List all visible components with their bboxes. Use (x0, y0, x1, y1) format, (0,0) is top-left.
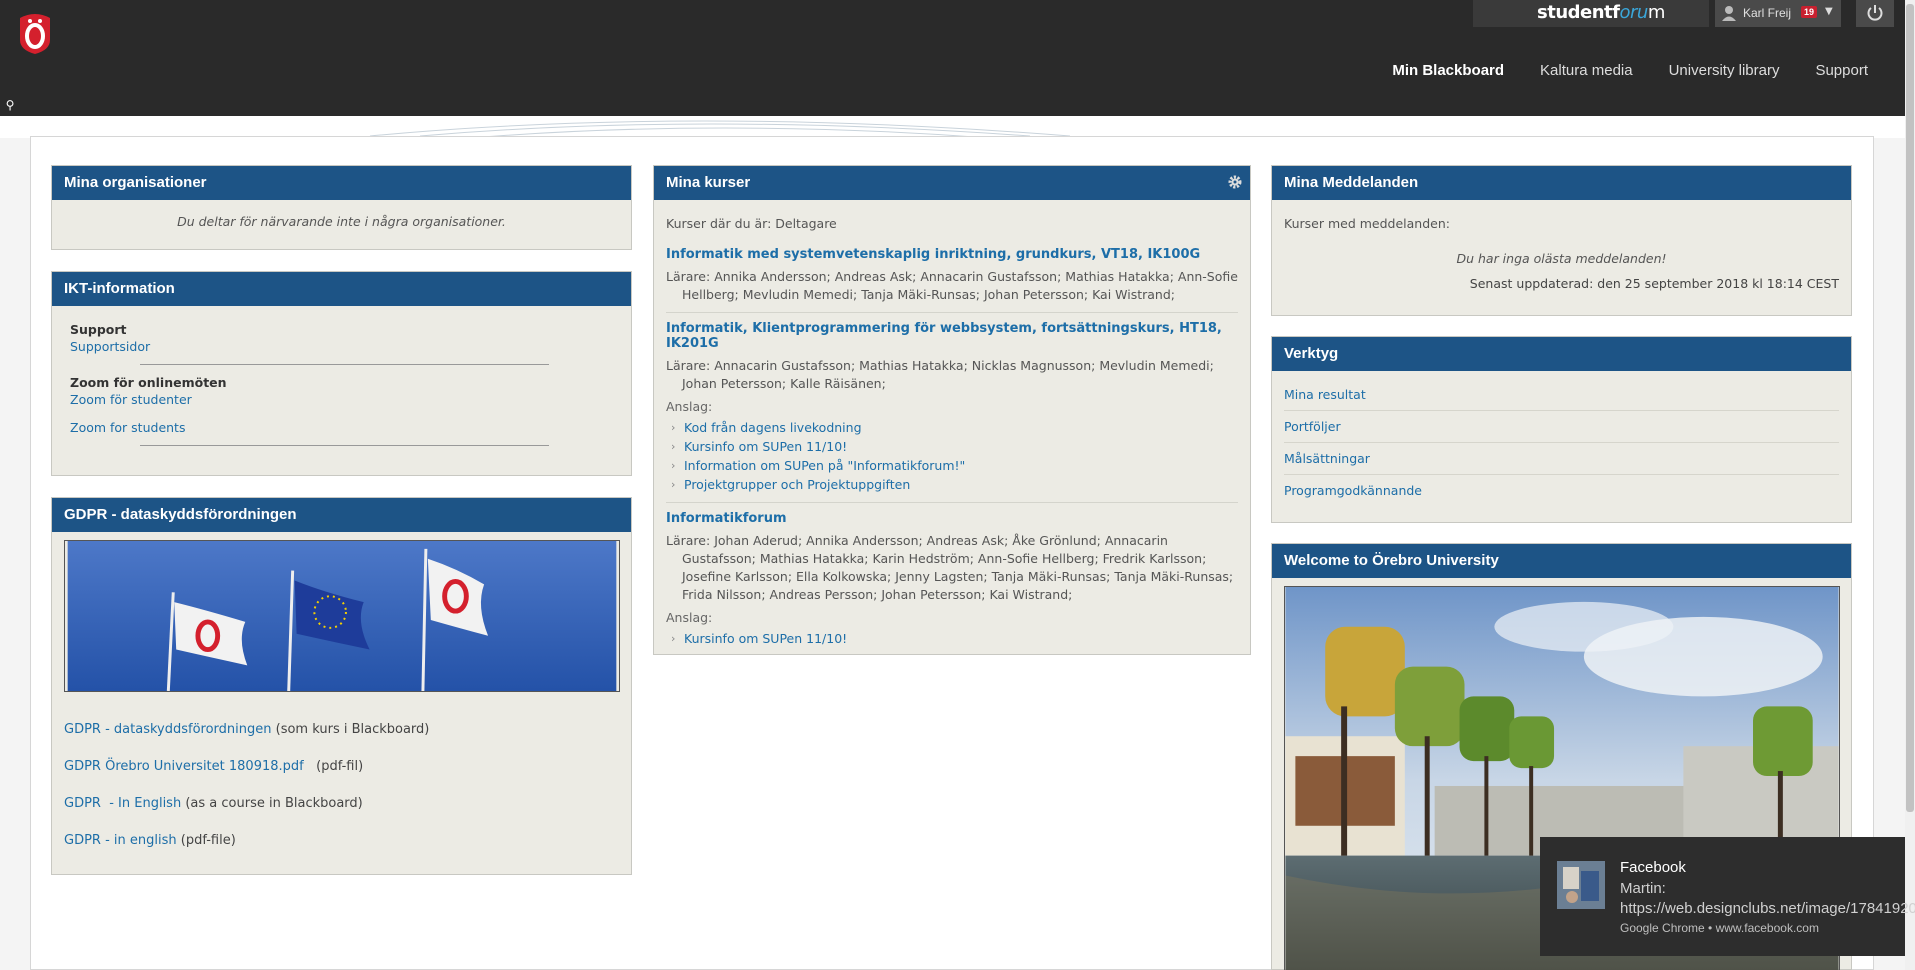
module-mina-organisationer: Mina organisationer Du deltar för närvar… (51, 165, 632, 250)
chevron-right-icon: › (671, 632, 676, 645)
tool-portfoljer[interactable]: Portföljer (1284, 419, 1341, 434)
list-item: › Kursinfo om SUPen 11/10! (666, 629, 1238, 648)
support-label: Support (70, 322, 127, 337)
tool-mina-resultat[interactable]: Mina resultat (1284, 387, 1366, 402)
announcement-list: › Kod från dagens livekodning › Kursinfo o… (666, 418, 1238, 494)
tool-item: Mina resultat (1284, 379, 1839, 411)
course-link[interactable]: Informatikforum (666, 511, 1238, 526)
notification-message: Martin: https://web.designclubs.net/imag… (1620, 880, 1915, 917)
gdpr-line: GDPR Örebro Universitet 180918.pdf (pdf-… (64, 759, 364, 774)
gdpr-line: GDPR - In English (as a course in Blackb… (64, 796, 363, 811)
course-teachers: Lärare: Johan Aderud; Annika Andersson; … (666, 533, 1234, 602)
chevron-right-icon: › (671, 459, 676, 472)
list-item: › Kod från dagens livekodning (666, 418, 1238, 437)
gdpr-line: GDPR - dataskyddsförordningen (som kurs … (64, 722, 430, 737)
course-teachers: Lärare: Annacarin Gustafsson; Mathias Ha… (666, 358, 1214, 391)
edit-mode-icon[interactable]: ⚲ (0, 96, 20, 114)
notification-source: Google Chrome • www.facebook.com (1620, 921, 1819, 935)
module-verktyg: Verktyg Mina resultat Portföljer Målsätt… (1271, 336, 1852, 523)
announcement-link[interactable]: Projektgrupper och Projektuppgiften (684, 477, 910, 492)
module-gdpr: GDPR - dataskyddsförordningen GDPR - dat… (51, 497, 632, 875)
divider (666, 502, 1238, 503)
nav-support[interactable]: Support (1815, 62, 1868, 79)
announcement-link[interactable]: Kursinfo om SUPen 11/10! (684, 439, 847, 454)
support-link[interactable]: Supportsidor (70, 339, 619, 354)
zoom-students-link[interactable]: Zoom for students (70, 420, 619, 435)
module-mina-kurser: Mina kurser Kurser där du är: Deltagare … (653, 165, 1251, 655)
module-title: GDPR - dataskyddsförordningen (52, 498, 631, 532)
main-navigation: Min Blackboard Kaltura media University … (1392, 62, 1868, 79)
nav-university-library[interactable]: University library (1669, 62, 1780, 79)
notification-title: Facebook (1620, 859, 1686, 876)
chevron-down-icon[interactable]: ▼ (1825, 6, 1833, 17)
module-title: Mina organisationer (52, 166, 631, 200)
gdpr-pdf-link[interactable]: GDPR Örebro Universitet 180918.pdf (64, 759, 304, 774)
messages-label: Kurser med meddelanden: (1284, 216, 1450, 231)
tool-item: Målsättningar (1284, 443, 1839, 475)
divider (666, 312, 1238, 313)
course-teachers: Lärare: Annika Andersson; Andreas Ask; A… (666, 269, 1238, 302)
chevron-right-icon: › (671, 440, 676, 453)
list-item: › Projektgrupper och Projektuppgiften (666, 475, 1238, 494)
flags-image (64, 540, 620, 692)
notification-thumbnail (1557, 861, 1605, 909)
notification-count-badge[interactable]: 19 (1801, 6, 1818, 18)
module-ikt-information: IKT-information Support Supportsidor Zoo… (51, 271, 632, 476)
module-title: Welcome to Örebro University (1272, 544, 1851, 578)
gdpr-line: GDPR - in english (pdf-file) (64, 833, 236, 848)
course-link[interactable]: Informatik med systemvetenskaplig inrikt… (666, 247, 1238, 262)
studentforum-logo[interactable]: studentforum (1537, 2, 1665, 23)
tool-item: Programgodkännande (1284, 475, 1839, 506)
scrollbar-thumb[interactable] (1906, 4, 1914, 812)
zoom-studenter-link[interactable]: Zoom för studenter (70, 392, 619, 407)
orebro-university-logo[interactable] (18, 12, 52, 54)
tool-item: Portföljer (1284, 411, 1839, 443)
header-decoration (0, 116, 1905, 138)
anslag-label: Anslag: (666, 610, 713, 625)
gdpr-english-pdf-link[interactable]: GDPR - in english (64, 833, 177, 848)
announcement-list: › Kursinfo om SUPen 11/10! (666, 629, 1238, 648)
divider (140, 445, 549, 446)
gdpr-english-course-link[interactable]: GDPR - In English (64, 796, 181, 811)
last-updated: Senast uppdaterad: den 25 september 2018… (1469, 276, 1839, 291)
tool-malsattningar[interactable]: Målsättningar (1284, 451, 1370, 466)
module-mina-meddelanden: Mina Meddelanden Kurser med meddelanden:… (1271, 165, 1852, 316)
announcement-link[interactable]: Kod från dagens livekodning (684, 420, 862, 435)
power-icon[interactable] (1866, 4, 1884, 22)
announcement-link[interactable]: Information om SUPen på "Informatikforum… (684, 458, 965, 473)
module-title: IKT-information (52, 272, 631, 306)
role-line: Kurser där du är: Deltagare (666, 216, 837, 231)
course-link[interactable]: Informatik, Klientprogrammering för webb… (666, 321, 1238, 351)
chevron-right-icon: › (671, 421, 676, 434)
chevron-right-icon: › (671, 478, 676, 491)
list-item: › Kursinfo om SUPen 11/10! (666, 437, 1238, 456)
list-item: › Information om SUPen på "Informatikforu… (666, 456, 1238, 475)
divider (140, 364, 549, 365)
nav-kaltura-media[interactable]: Kaltura media (1540, 62, 1633, 79)
empty-message: Du har inga olästa meddelanden! (1456, 251, 1667, 266)
zoom-label: Zoom för onlinemöten (70, 375, 227, 390)
anslag-label: Anslag: (666, 399, 713, 414)
gear-icon[interactable] (1227, 174, 1243, 190)
gdpr-course-link[interactable]: GDPR - dataskyddsförordningen (64, 722, 272, 737)
module-title: Mina Meddelanden (1272, 166, 1851, 200)
announcement-link[interactable]: Kursinfo om SUPen 11/10! (684, 631, 847, 646)
module-title: Mina kurser (654, 166, 1250, 200)
user-icon (1722, 6, 1736, 21)
user-name[interactable]: Karl Freij (1743, 6, 1791, 20)
module-title: Verktyg (1272, 337, 1851, 371)
tool-programgodkannande[interactable]: Programgodkännande (1284, 483, 1422, 498)
chrome-notification[interactable]: Facebook Martin: https://web.designclubs… (1540, 837, 1915, 956)
empty-message: Du deltar för närvarande inte i några or… (177, 214, 506, 229)
nav-min-blackboard[interactable]: Min Blackboard (1392, 62, 1504, 79)
